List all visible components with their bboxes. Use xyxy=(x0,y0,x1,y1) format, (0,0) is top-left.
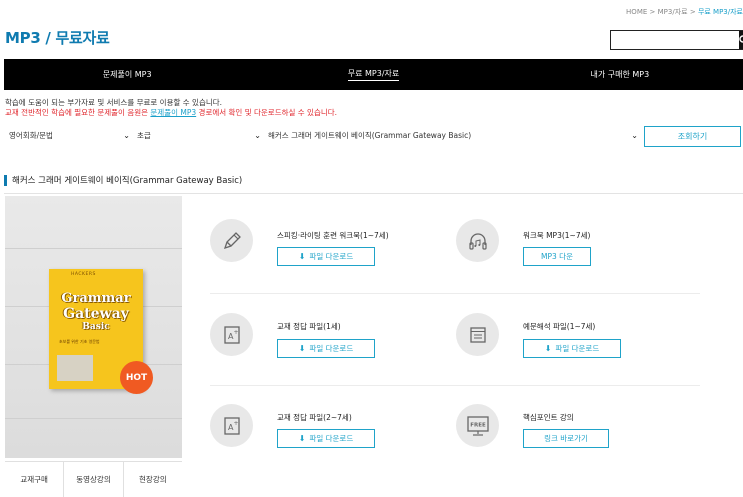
divider xyxy=(4,193,743,194)
breadcrumb-separator: > xyxy=(649,8,656,16)
description: 학습에 도움이 되는 부가자료 및 서비스를 무료로 이용할 수 있습니다. 교… xyxy=(5,98,337,118)
button-label: 파일 다운로드 xyxy=(309,252,354,261)
chevron-down-icon: ⌄ xyxy=(631,131,638,140)
download-button[interactable]: ⬇ 파일 다운로드 xyxy=(277,247,375,266)
answer-sheet-icon: A + xyxy=(210,313,253,356)
book-title-3: Basic xyxy=(82,322,110,332)
breadcrumb-home[interactable]: HOME xyxy=(626,8,647,16)
download-icon: ⬇ xyxy=(298,252,306,261)
chevron-down-icon: ⌄ xyxy=(123,131,130,140)
level-value: 초급 xyxy=(137,131,151,140)
tab-free-mp3[interactable]: 무료 MP3/자료 xyxy=(250,59,496,90)
chevron-down-icon: ⌄ xyxy=(254,131,261,140)
download-icon: ⬇ xyxy=(544,344,552,353)
button-label: 파일 다운로드 xyxy=(555,344,600,353)
headphones-icon xyxy=(456,219,499,262)
hot-badge: HOT xyxy=(120,361,153,394)
book-title-1: Grammar xyxy=(61,291,131,306)
link-button[interactable]: 링크 바로가기 xyxy=(523,429,609,448)
level-select[interactable]: 초급 ⌄ xyxy=(137,128,261,143)
lookup-button[interactable]: 조회하기 xyxy=(644,126,741,147)
tab-bar: 문제풀이 MP3 무료 MP3/자료 내가 구매한 MP3 xyxy=(4,59,743,90)
book-cover-illustration xyxy=(57,355,93,381)
resource-title: 교재 정답 파일(2~7세) xyxy=(277,413,352,422)
mp3-download-button[interactable]: MP3 다운 xyxy=(523,247,591,266)
download-button[interactable]: ⬇ 파일 다운로드 xyxy=(277,339,375,358)
pencil-icon xyxy=(210,219,253,262)
shelf-line xyxy=(5,248,182,249)
download-button[interactable]: ⬇ 파일 다운로드 xyxy=(523,339,621,358)
tab-label: 무료 MP3/자료 xyxy=(347,68,400,81)
breadcrumb-current: 무료 MP3/자료 xyxy=(697,8,743,16)
download-icon: ⬇ xyxy=(298,344,306,353)
section-marker xyxy=(4,174,7,186)
quiz-mp3-link[interactable]: 문제풀이 MP3 xyxy=(150,108,196,117)
free-label: FREE xyxy=(470,422,486,428)
book-title-2: Gateway xyxy=(63,306,129,322)
notice-text: 교재 전반적인 학습에 필요한 문제풀이 음원은 xyxy=(5,108,151,117)
document-icon xyxy=(456,313,499,356)
book-value: 해커스 그래머 게이트웨이 베이직(Grammar Gateway Basic) xyxy=(268,131,472,140)
video-lecture-link[interactable]: 동영상강의 xyxy=(64,462,124,497)
tab-purchased-mp3[interactable]: 내가 구매한 MP3 xyxy=(497,59,743,90)
book-cover-panel: HACKERS Grammar Gateway Basic 초보를 위한 기초 … xyxy=(5,196,182,458)
tab-label: 내가 구매한 MP3 xyxy=(590,70,650,79)
tab-quiz-mp3[interactable]: 문제풀이 MP3 xyxy=(4,59,250,90)
tab-label: 문제풀이 MP3 xyxy=(102,70,152,79)
buy-book-link[interactable]: 교재구매 xyxy=(5,462,65,497)
divider xyxy=(210,293,700,294)
breadcrumb-mp3[interactable]: MP3/자료 xyxy=(658,8,688,16)
section-title: 해커스 그래머 게이트웨이 베이직(Grammar Gateway Basic) xyxy=(4,174,242,186)
book-brand: HACKERS xyxy=(71,272,96,277)
button-label: 파일 다운로드 xyxy=(309,344,354,353)
breadcrumb: HOME > MP3/자료 > 무료 MP3/자료 xyxy=(626,7,743,17)
search-button[interactable] xyxy=(739,31,743,49)
download-icon: ⬇ xyxy=(298,434,306,443)
resource-title: 핵심포인트 강의 xyxy=(523,413,574,422)
divider xyxy=(210,385,700,386)
resource-title: 예문해석 파일(1~7세) xyxy=(523,322,596,331)
category-select[interactable]: 영어회화/문법 ⌄ xyxy=(9,128,130,143)
resource-title: 스피킹·라이팅 훈련 워크북(1~7세) xyxy=(277,231,389,240)
book-links: 교재구매 동영상강의 현장강의 xyxy=(5,461,182,497)
breadcrumb-separator: > xyxy=(689,8,696,16)
description-line: 학습에 도움이 되는 부가자료 및 서비스를 무료로 이용할 수 있습니다. xyxy=(5,98,223,107)
button-label: 파일 다운로드 xyxy=(309,434,354,443)
svg-text:+: + xyxy=(233,420,238,427)
answer-sheet-icon: A + xyxy=(210,404,253,447)
page-title: MP3 / 무료자료 xyxy=(5,29,110,47)
search-input[interactable] xyxy=(611,31,739,49)
notice-text: 경로에서 확인 및 다운로드하실 수 있습니다. xyxy=(196,108,338,117)
search-box xyxy=(610,30,743,50)
book-select[interactable]: 해커스 그래머 게이트웨이 베이직(Grammar Gateway Basic)… xyxy=(268,128,638,143)
resource-title: 교재 정답 파일(1세) xyxy=(277,322,341,331)
resource-title: 워크북 MP3(1~7세) xyxy=(523,231,591,240)
description-notice: 교재 전반적인 학습에 필요한 문제풀이 음원은 문제풀이 MP3 경로에서 확… xyxy=(5,108,337,118)
shelf-line xyxy=(5,418,182,419)
free-lecture-icon: FREE xyxy=(456,404,499,447)
download-button[interactable]: ⬇ 파일 다운로드 xyxy=(277,429,375,448)
book-subtitle: 초보를 위한 기초 영문법 xyxy=(59,339,100,344)
offline-lecture-link[interactable]: 현장강의 xyxy=(124,462,182,497)
section-title-text: 해커스 그래머 게이트웨이 베이직(Grammar Gateway Basic) xyxy=(12,176,243,186)
search-icon xyxy=(739,35,743,43)
category-value: 영어회화/문법 xyxy=(9,131,53,140)
svg-text:+: + xyxy=(233,329,238,336)
